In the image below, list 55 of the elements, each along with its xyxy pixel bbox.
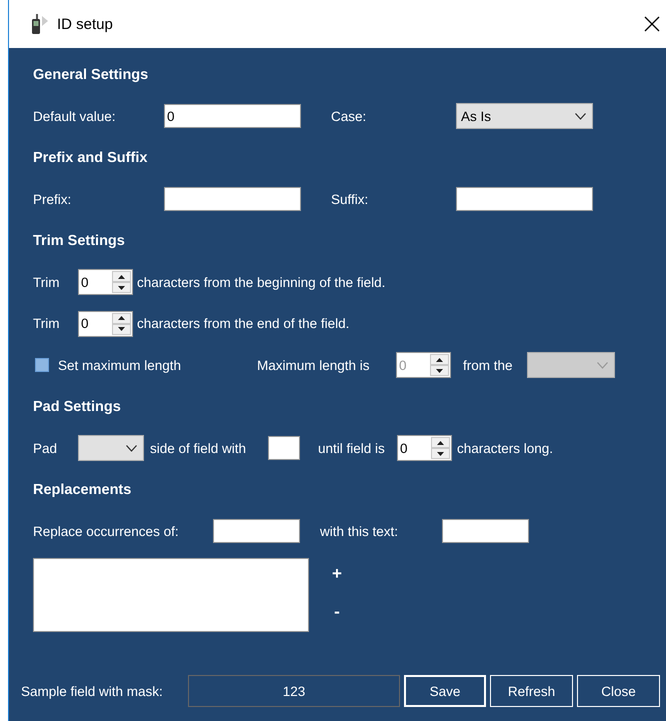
chevron-down-icon [597,362,608,369]
field-label: characters from the beginning of the field. [137,274,386,290]
section-heading: Replacements [33,482,132,498]
field-label: characters from the end of the field. [137,316,350,332]
close-button[interactable] [642,14,662,34]
dialog-button[interactable]: Close [577,675,660,707]
section-heading: Pad Settings [33,398,121,415]
field-label: with this text: [320,524,400,539]
number-spinner[interactable]: 0 [78,269,133,296]
field-label: characters long. [457,440,554,456]
up-triangle-icon [437,440,444,445]
dialog-button[interactable]: Refresh [490,675,573,707]
field-label: Prefix: [33,192,72,207]
section-heading: Trim Settings [33,232,125,249]
field-label: Default value: [33,108,117,124]
up-triangle-icon [118,316,125,320]
add-button[interactable]: + [330,564,344,584]
window-title: ID setup [57,16,114,32]
up-triangle-icon [118,274,125,279]
dropdown[interactable]: As Is [456,103,593,130]
input-field[interactable] [213,519,300,544]
section-heading: Prefix and Suffix [33,150,148,166]
chevron-down-icon [126,444,137,452]
remove-button[interactable]: - [330,602,344,622]
down-triangle-icon [436,368,443,373]
field-label: from the [463,358,514,373]
section-heading: General Settings [33,66,148,83]
field-label: Pad [33,440,58,456]
dropdown[interactable] [78,435,144,462]
handheld-device-icon [31,13,49,35]
up-triangle-icon [436,358,443,362]
field-label: Case: [331,108,368,124]
input-field[interactable] [442,519,529,544]
down-triangle-icon [118,327,125,332]
field-label: until field is [318,440,386,456]
field-label: Replace occurrences of: [33,524,180,539]
field-label: Sample field with mask: [21,684,164,698]
input-field[interactable] [164,187,301,212]
checkbox-label: Set maximum length [58,358,182,373]
input-field[interactable] [268,436,300,460]
input-field[interactable]: 0 [164,104,301,128]
down-triangle-icon [118,286,125,290]
sample-field: 123 [188,675,400,707]
field-label: Trim [33,274,60,290]
field-label: Maximum length is [257,358,371,373]
field-label: Suffix: [331,192,370,207]
dialog-button[interactable]: Save [404,675,486,707]
number-spinner[interactable]: 0 [78,310,133,337]
input-field[interactable] [456,187,593,212]
down-triangle-icon [437,452,444,456]
number-spinner[interactable]: 0 [397,435,452,462]
list-box[interactable] [33,558,309,632]
chevron-down-icon [575,112,586,120]
field-label: Trim [33,316,60,332]
field-label: side of field with [150,440,248,456]
